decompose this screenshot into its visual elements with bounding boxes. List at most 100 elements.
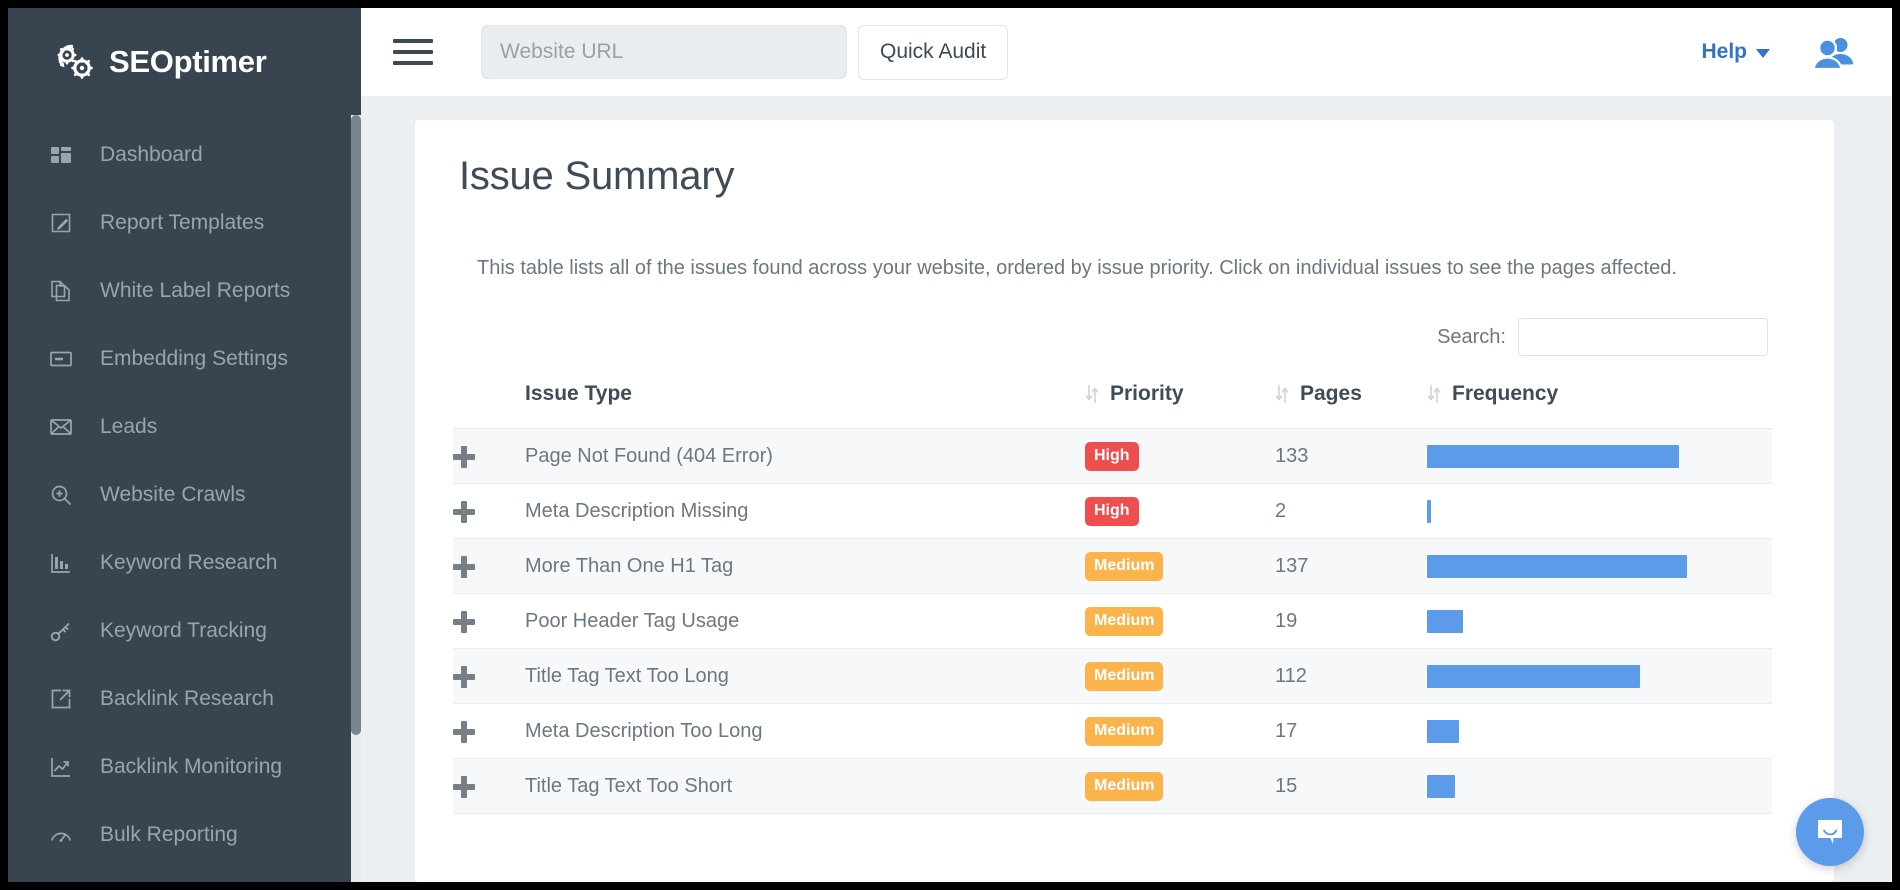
edit-document-icon xyxy=(48,210,74,236)
search-input[interactable] xyxy=(1518,318,1768,356)
status-badge: Medium xyxy=(1085,772,1163,801)
sidebar-item-report-templates[interactable]: Report Templates xyxy=(8,189,361,257)
pages-cell: 112 xyxy=(1275,649,1427,704)
app-window: SEOptimer Dashboard Report Templates Whi xyxy=(8,8,1892,882)
sort-updown-icon[interactable] xyxy=(1085,384,1099,404)
issue-type-cell: Page Not Found (404 Error) xyxy=(525,429,1085,484)
col-priority-label: Priority xyxy=(1110,382,1184,406)
table-row[interactable]: Page Not Found (404 Error)High133 xyxy=(453,429,1772,484)
top-bar: Quick Audit Help xyxy=(361,8,1892,96)
status-badge: Medium xyxy=(1085,662,1163,691)
expand-cell[interactable] xyxy=(453,704,525,759)
website-url-input[interactable] xyxy=(481,25,847,79)
help-menu[interactable]: Help xyxy=(1701,40,1770,64)
sidebar-item-website-crawls[interactable]: Website Crawls xyxy=(8,461,361,529)
priority-cell: Medium xyxy=(1085,594,1275,649)
sidebar-item-dashboard[interactable]: Dashboard xyxy=(8,121,361,189)
table-row[interactable]: Poor Header Tag UsageMedium 19 xyxy=(453,594,1772,649)
frequency-cell xyxy=(1427,429,1772,484)
sidebar-item-label: Backlink Monitoring xyxy=(100,755,282,779)
plus-icon[interactable] xyxy=(453,721,475,743)
page-title: Issue Summary xyxy=(453,154,1772,199)
issue-type-cell: Meta Description Too Long xyxy=(525,704,1085,759)
table-row[interactable]: Meta Description MissingHigh2 xyxy=(453,484,1772,539)
table-row[interactable]: Meta Description Too LongMedium17 xyxy=(453,704,1772,759)
issue-type-cell: Title Tag Text Too Short xyxy=(525,759,1085,814)
sidebar-item-backlink-monitoring[interactable]: Backlink Monitoring xyxy=(8,733,361,801)
sidebar: SEOptimer Dashboard Report Templates Whi xyxy=(8,8,361,882)
sidebar-item-label: Keyword Tracking xyxy=(100,619,267,643)
frequency-bar xyxy=(1427,720,1459,743)
frequency-cell xyxy=(1427,539,1772,594)
brand-logo[interactable]: SEOptimer xyxy=(8,8,361,115)
sidebar-item-label: Website Crawls xyxy=(100,483,245,507)
sort-updown-icon[interactable] xyxy=(1275,384,1289,404)
plus-icon[interactable] xyxy=(453,501,475,523)
plus-icon[interactable] xyxy=(453,446,475,468)
issue-summary-table: Issue Type xyxy=(453,382,1772,814)
envelope-icon xyxy=(48,414,74,440)
table-search-row: Search: xyxy=(453,318,1772,356)
sidebar-item-label: Backlink Research xyxy=(100,687,274,711)
status-badge: Medium xyxy=(1085,607,1163,636)
issue-type-cell: Poor Header Tag Usage xyxy=(525,594,1085,649)
frequency-bar xyxy=(1427,500,1431,523)
bar-chart-icon xyxy=(48,550,74,576)
expand-cell[interactable] xyxy=(453,539,525,594)
table-head: Issue Type xyxy=(453,382,1772,429)
key-icon xyxy=(48,618,74,644)
table-row[interactable]: Title Tag Text Too ShortMedium 15 xyxy=(453,759,1772,814)
pages-cell: 15 xyxy=(1275,759,1427,814)
main-area: Quick Audit Help Issue Summary This tabl… xyxy=(361,8,1892,882)
priority-cell: Medium xyxy=(1085,539,1275,594)
plus-icon[interactable] xyxy=(453,556,475,578)
sidebar-item-bulk-reporting[interactable]: Bulk Reporting xyxy=(8,801,361,869)
col-priority[interactable]: Priority xyxy=(1085,382,1275,429)
sidebar-scrollbar-thumb[interactable] xyxy=(351,115,361,735)
hamburger-icon[interactable] xyxy=(393,29,439,75)
frequency-bar xyxy=(1427,665,1640,688)
chat-launcher-button[interactable] xyxy=(1796,798,1864,866)
pages-cell: 19 xyxy=(1275,594,1427,649)
expand-cell[interactable] xyxy=(453,759,525,814)
dashboard-icon xyxy=(48,142,74,168)
sort-updown-icon[interactable] xyxy=(1427,384,1441,404)
sidebar-item-white-label-reports[interactable]: White Label Reports xyxy=(8,257,361,325)
sidebar-item-keyword-tracking[interactable]: Keyword Tracking xyxy=(8,597,361,665)
col-frequency-label: Frequency xyxy=(1452,382,1558,406)
page-description: This table lists all of the issues found… xyxy=(453,254,1708,282)
sidebar-item-label: Report Templates xyxy=(100,211,264,235)
caret-down-icon xyxy=(1756,49,1770,58)
sidebar-scrollbar[interactable] xyxy=(351,115,361,882)
priority-cell: High xyxy=(1085,429,1275,484)
table-row[interactable]: More Than One H1 TagMedium137 xyxy=(453,539,1772,594)
sidebar-item-leads[interactable]: Leads xyxy=(8,393,361,461)
col-issue-type-label: Issue Type xyxy=(525,382,632,405)
plus-icon[interactable] xyxy=(453,776,475,798)
quick-audit-button[interactable]: Quick Audit xyxy=(858,25,1008,80)
sidebar-item-embedding-settings[interactable]: Embedding Settings xyxy=(8,325,361,393)
col-frequency[interactable]: Frequency xyxy=(1427,382,1772,429)
table-body: Page Not Found (404 Error)High133Meta De… xyxy=(453,429,1772,814)
sidebar-item-label: Bulk Reporting xyxy=(100,823,238,847)
sidebar-item-backlink-research[interactable]: Backlink Research xyxy=(8,665,361,733)
users-icon[interactable] xyxy=(1814,35,1856,69)
status-badge: Medium xyxy=(1085,552,1163,581)
plus-icon[interactable] xyxy=(453,611,475,633)
expand-cell[interactable] xyxy=(453,429,525,484)
brand-name: SEOptimer xyxy=(109,44,267,80)
col-issue-type[interactable]: Issue Type xyxy=(525,382,1085,429)
expand-cell[interactable] xyxy=(453,484,525,539)
col-pages[interactable]: Pages xyxy=(1275,382,1427,429)
card-icon xyxy=(48,346,74,372)
frequency-cell xyxy=(1427,484,1772,539)
sidebar-item-keyword-research[interactable]: Keyword Research xyxy=(8,529,361,597)
frequency-bar xyxy=(1427,555,1687,578)
status-badge: Medium xyxy=(1085,717,1163,746)
external-link-icon xyxy=(48,686,74,712)
plus-icon[interactable] xyxy=(453,666,475,688)
table-row[interactable]: Title Tag Text Too LongMedium112 xyxy=(453,649,1772,704)
expand-cell[interactable] xyxy=(453,649,525,704)
expand-cell[interactable] xyxy=(453,594,525,649)
sidebar-item-label: Keyword Research xyxy=(100,551,277,575)
